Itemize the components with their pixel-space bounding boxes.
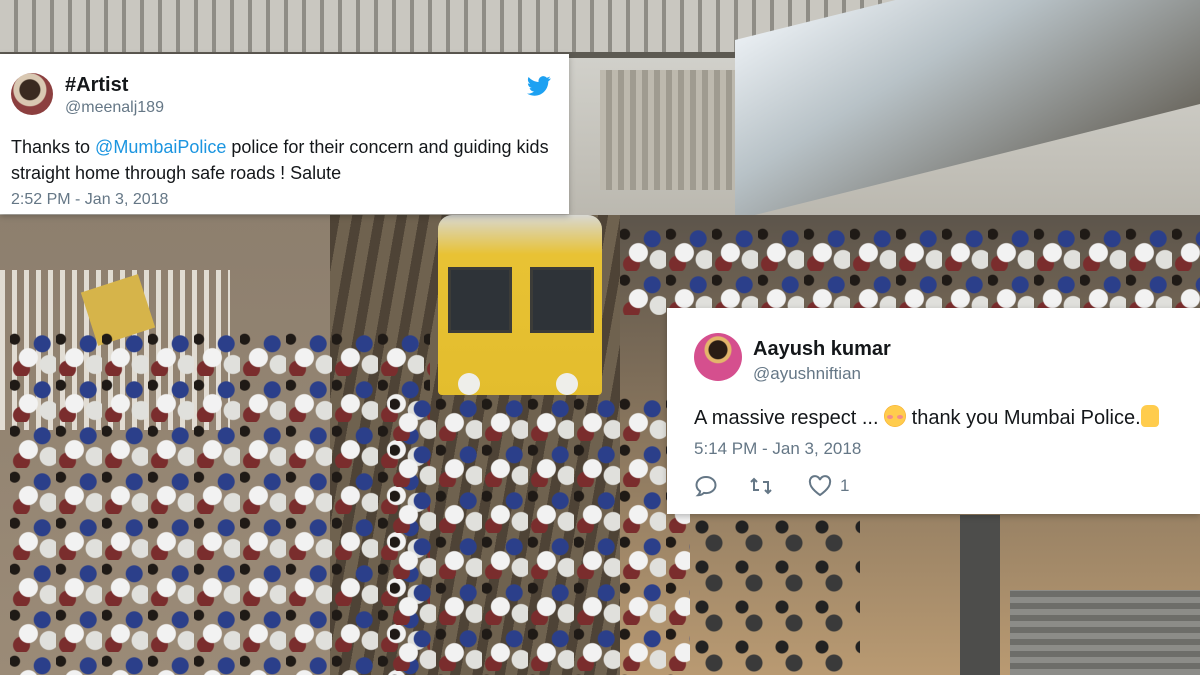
train-headlamp-right bbox=[556, 373, 578, 395]
display-name[interactable]: Aayush kumar bbox=[753, 338, 891, 361]
train-headlamp-left bbox=[458, 373, 480, 395]
tweet-text-end: thank you Mumbai Police. bbox=[906, 407, 1141, 429]
tweet-text-start: Thanks to bbox=[11, 137, 96, 157]
tweet-timestamp[interactable]: 2:52 PM - Jan 3, 2018 bbox=[11, 191, 168, 209]
user-handle[interactable]: @meenalj189 bbox=[65, 99, 164, 117]
crowd-tracks bbox=[390, 395, 690, 675]
like-button[interactable]: 1 bbox=[808, 473, 849, 499]
display-name[interactable]: #Artist bbox=[65, 74, 128, 97]
tweet-timestamp[interactable]: 5:14 PM - Jan 3, 2018 bbox=[694, 439, 861, 459]
crowd-left bbox=[10, 330, 430, 675]
train-window-left bbox=[448, 267, 512, 333]
people-foreground-right bbox=[690, 515, 860, 675]
local-train bbox=[438, 215, 602, 395]
user-handle[interactable]: @ayushniftian bbox=[753, 364, 861, 384]
retweet-button[interactable] bbox=[749, 473, 773, 499]
twitter-bird-icon[interactable] bbox=[527, 76, 551, 96]
like-count: 1 bbox=[840, 476, 850, 495]
reply-icon bbox=[695, 475, 717, 497]
smiling-face-emoji-icon bbox=[884, 405, 907, 427]
corrugated-roof bbox=[1010, 590, 1200, 675]
retweet-icon bbox=[750, 477, 772, 495]
crowd-right-platform bbox=[620, 225, 1200, 315]
heart-icon bbox=[808, 475, 832, 497]
platform-pillar bbox=[960, 515, 1000, 675]
tweet-text: Thanks to @MumbaiPolice police for their… bbox=[11, 134, 556, 186]
thumbs-up-emoji-icon bbox=[1140, 405, 1159, 427]
tweet-card-artist[interactable]: #Artist @meenalj189 Thanks to @MumbaiPol… bbox=[0, 54, 569, 214]
avatar[interactable] bbox=[694, 333, 742, 381]
reply-button[interactable] bbox=[694, 473, 718, 499]
avatar[interactable] bbox=[11, 73, 53, 115]
train-window-right bbox=[530, 267, 594, 333]
tweet-card-aayush[interactable]: Aayush kumar @ayushniftian A massive res… bbox=[667, 308, 1200, 514]
mention-link[interactable]: @MumbaiPolice bbox=[95, 137, 226, 157]
tweet-text: A massive respect ... thank you Mumbai P… bbox=[694, 404, 1200, 433]
tweet-text-start: A massive respect ... bbox=[694, 407, 885, 429]
